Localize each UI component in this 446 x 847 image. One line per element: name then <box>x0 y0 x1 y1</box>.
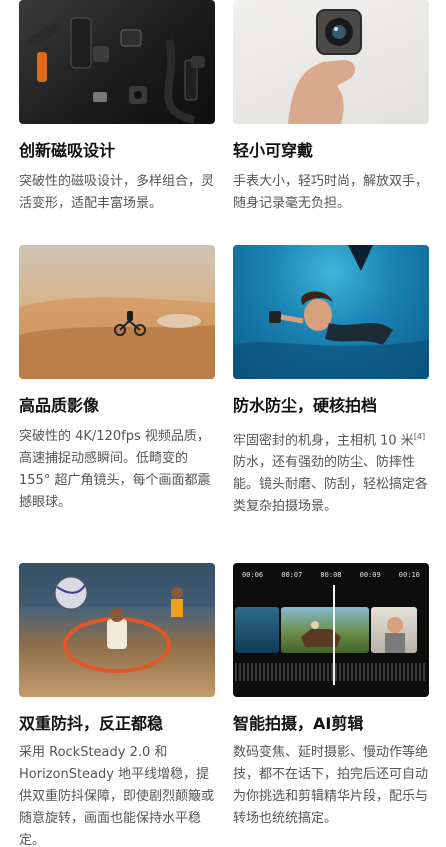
feature-title: 双重防抖，反正都稳 <box>19 714 164 733</box>
desert-motorbike-image <box>19 245 215 379</box>
hand-camera-image <box>233 0 429 124</box>
feature-title: 智能拍摄，AI剪辑 <box>233 714 364 733</box>
basketball-image <box>19 563 215 697</box>
timeline-timestamps: 00:06 00:07 00:08 00:09 00:10 <box>242 571 420 579</box>
ai-editing-image: 00:06 00:07 00:08 00:09 00:10 <box>233 563 429 697</box>
underwater-swimmer-image <box>233 245 429 379</box>
feature-description: 数码变焦、延时摄影、慢动作等绝技，都不在话下，拍完后还可自动为你挑选和剪辑精华片… <box>233 745 429 826</box>
footnote-ref[interactable]: [4] <box>414 432 425 441</box>
video-clip[interactable] <box>235 607 279 653</box>
audio-waveform <box>235 663 427 681</box>
feature-title: 创新磁吸设计 <box>19 141 116 160</box>
video-clip[interactable] <box>371 607 417 653</box>
feature-title: 高品质影像 <box>19 396 100 415</box>
feature-description: 牢固密封的机身，主相机 10 米[4]防水，还有强劲的防尘、防摔性能。镜头耐磨、… <box>233 432 429 515</box>
accessories-image <box>19 0 215 124</box>
feature-title: 防水防尘，硬核拍档 <box>233 396 378 415</box>
feature-description: 突破性的磁吸设计，多样组合，灵活变形，适配丰富场景。 <box>19 174 215 211</box>
video-clip[interactable] <box>281 607 369 653</box>
feature-description: 手表大小，轻巧时尚，解放双手，随身记录毫无负担。 <box>233 174 429 211</box>
feature-title: 轻小可穿戴 <box>233 141 314 160</box>
feature-description: 突破性的 4K/120fps 视频品质，高速捕捉动感瞬间。低畸变的 155° 超… <box>19 429 211 510</box>
feature-description: 采用 RockSteady 2.0 和 HorizonSteady 地平线增稳，… <box>19 745 215 847</box>
